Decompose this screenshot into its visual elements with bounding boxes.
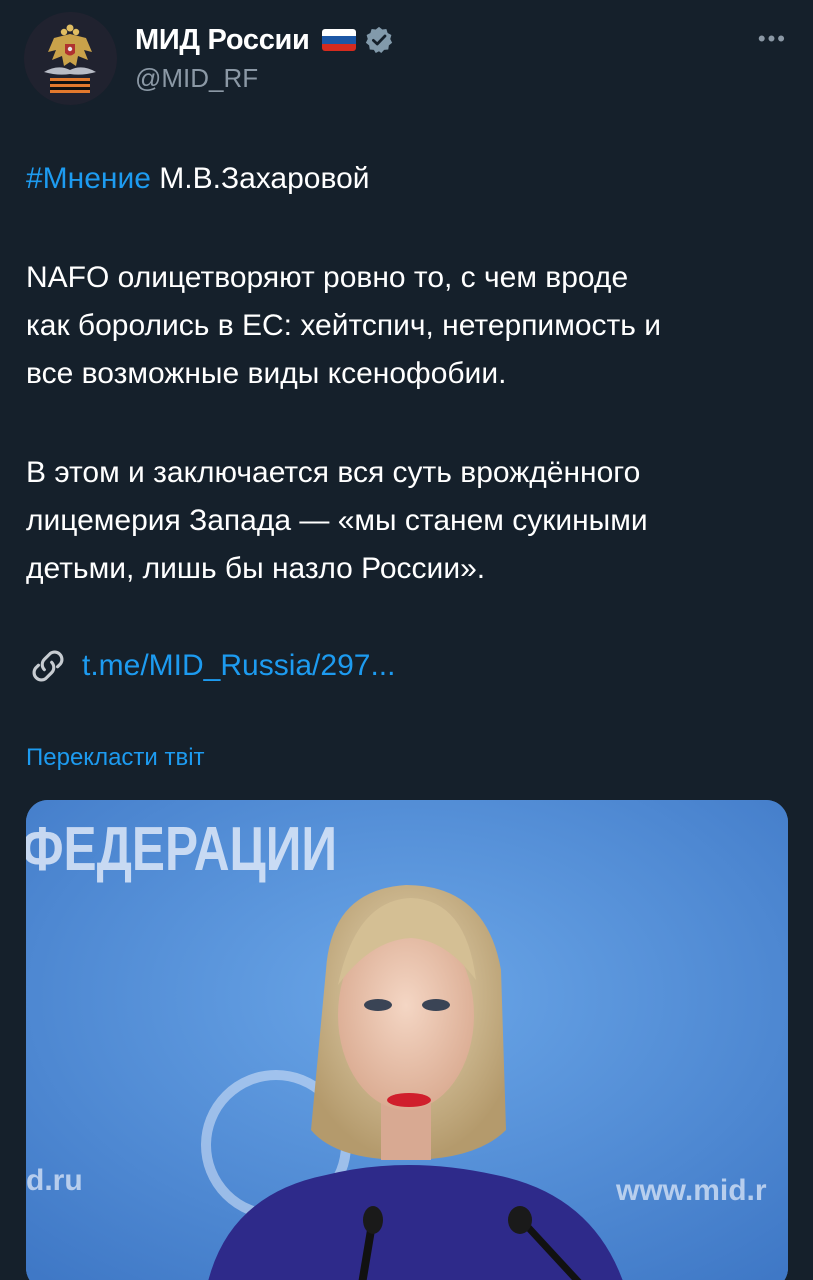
more-options-icon[interactable]: ••• (758, 26, 787, 52)
tweet-text-line: лицемерия Запада — «мы станем сукиными (26, 504, 648, 537)
tweet-text-line: В этом и заключается вся суть врождённог… (26, 456, 641, 489)
coat-of-arms-icon (24, 12, 117, 105)
backdrop-text-right: www.mid.r (615, 1174, 767, 1207)
tweet-text-segment: М.В.Захаровой (150, 162, 370, 195)
press-briefing-photo: ФЕДЕРАЦИИ d.ru www.mid.r (26, 800, 788, 1280)
external-link[interactable]: t.me/MID_Russia/297... (26, 642, 395, 690)
tweet-text-line: все возможные виды ксенофобии. (26, 357, 507, 390)
translate-tweet-link[interactable]: Перекласти твіт (26, 744, 205, 772)
hashtag-link[interactable]: #Мнение (26, 162, 151, 195)
russia-flag-icon (321, 29, 356, 51)
tweet-paragraph-3: В этом и заключается вся суть врождённог… (26, 449, 791, 593)
tweet-text-line: детьми, лишь бы назло России». (26, 552, 486, 585)
display-name[interactable]: МИД России (135, 24, 310, 57)
author-name-row[interactable]: МИД России (135, 23, 394, 57)
tweet-text-line-1: #Мнение М.В.Захаровой (26, 155, 791, 203)
backdrop-text-top: ФЕДЕРАЦИИ (26, 814, 337, 884)
tweet: МИД России @MID_RF ••• #Мнение М.В.Захар… (0, 0, 813, 1280)
link-text[interactable]: t.me/MID_Russia/297... (82, 642, 395, 690)
verified-badge-icon (365, 26, 392, 53)
tweet-text-line: как боролись в ЕС: хейтспич, нетерпимост… (26, 309, 661, 342)
tweet-text-line: NAFO олицетворяют ровно то, с чем вроде (26, 261, 629, 294)
tweet-photo[interactable]: ФЕДЕРАЦИИ d.ru www.mid.r (26, 800, 788, 1280)
backdrop-text-left: d.ru (26, 1164, 83, 1197)
tweet-paragraph-2: NAFO олицетворяют ровно то, с чем вроде … (26, 254, 791, 398)
author-handle[interactable]: @MID_RF (135, 63, 258, 94)
avatar[interactable] (24, 12, 117, 105)
link-icon (32, 650, 64, 682)
